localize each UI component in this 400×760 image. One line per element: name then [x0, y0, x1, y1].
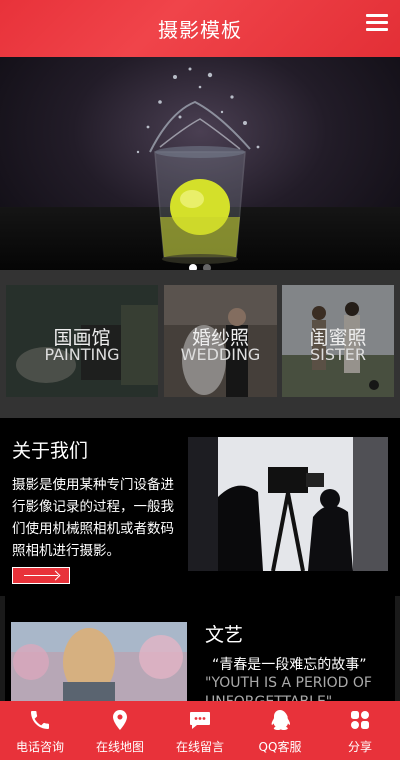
header: 摄影模板 — [0, 0, 400, 57]
category-card-painting[interactable]: 国画馆 PAINTING — [6, 285, 158, 397]
map-pin-icon — [113, 710, 127, 730]
art-girl-photo — [11, 622, 187, 701]
art-section: 文艺 “青春是一段难忘的故事” "YOUTH IS A PERIOD OF UN… — [0, 596, 400, 710]
nav-phone-consult[interactable]: 电话咨询 — [0, 701, 80, 760]
category-card-wedding[interactable]: 婚纱照 WEDDING — [164, 285, 277, 397]
nav-label: 电话咨询 — [15, 740, 64, 754]
category-card-sister[interactable]: 闺蜜照 SISTER — [282, 285, 394, 397]
share-icon — [351, 711, 369, 729]
hamburger-menu-icon[interactable] — [366, 14, 388, 34]
category-band: 国画馆 PAINTING 婚纱照 WEDDING 闺蜜照 SISTER — [0, 270, 400, 418]
page-title: 摄影模板 — [158, 18, 242, 42]
about-heading: 关于我们 — [12, 440, 89, 462]
phone-icon — [31, 711, 49, 729]
banner-glass-splash-image — [136, 67, 260, 264]
nav-label: 在线地图 — [95, 740, 144, 754]
category-en-label: SISTER — [309, 345, 367, 364]
nav-label: 在线留言 — [175, 740, 224, 754]
message-icon — [190, 712, 210, 729]
nav-online-message[interactable]: 在线留言 — [160, 701, 240, 760]
qq-icon — [271, 710, 290, 730]
slider-dots — [0, 257, 400, 270]
about-section: 关于我们 摄影是使用某种专门设备进行影像记录的过程，一般我们使用机械照相机或者数… — [0, 418, 400, 596]
nav-qq-service[interactable]: QQ客服 — [240, 701, 320, 760]
arrow-right-icon — [24, 575, 58, 576]
art-quote: “青春是一段难忘的故事” — [212, 657, 367, 673]
category-en-label: PAINTING — [44, 345, 120, 364]
nav-share[interactable]: 分享 — [320, 701, 400, 760]
bottom-nav: 电话咨询 在线地图 在线留言 QQ客服 分享 — [0, 701, 400, 760]
nav-label: QQ客服 — [258, 740, 302, 754]
category-en-label: WEDDING — [180, 345, 261, 364]
about-camera-crew-photo — [188, 437, 388, 571]
about-text: 摄影是使用某种专门设备进行影像记录的过程，一般我们使用机械照相机或者数码照相机进… — [12, 477, 174, 559]
nav-online-map[interactable]: 在线地图 — [80, 701, 160, 760]
art-heading: 文艺 — [205, 624, 244, 646]
nav-label: 分享 — [347, 740, 372, 754]
banner-slider[interactable] — [0, 57, 400, 270]
about-more-button[interactable] — [12, 567, 70, 584]
